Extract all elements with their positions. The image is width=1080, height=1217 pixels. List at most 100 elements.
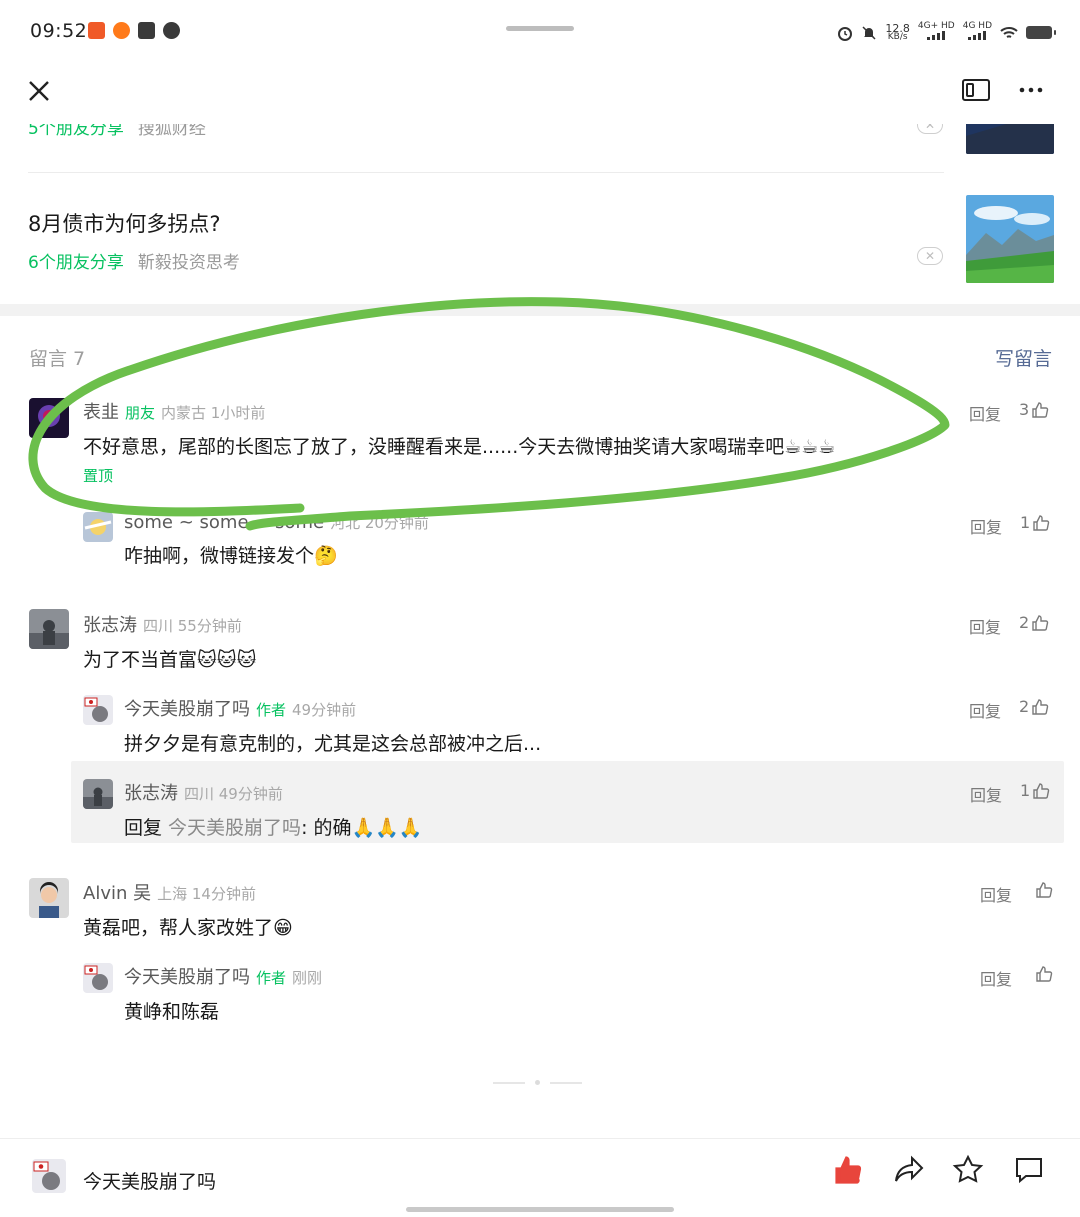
thumbs-up-icon xyxy=(1032,401,1049,418)
comment-item: 表韭 朋友 内蒙古 1小时前 不好意思，尾部的长图忘了放了，没睡醒看来是......… xyxy=(83,398,835,486)
alarm-icon xyxy=(838,26,853,41)
comment-author[interactable]: Alvin 吴 xyxy=(83,883,151,904)
network-speed-unit: KB/s xyxy=(887,31,908,42)
like-button[interactable]: 2 xyxy=(1019,697,1049,716)
reply-button[interactable]: 回复 xyxy=(969,401,1001,425)
like-count: 1 xyxy=(1020,513,1031,532)
like-count: 2 xyxy=(1019,697,1030,716)
comment-icon[interactable] xyxy=(1012,1153,1046,1187)
home-indicator[interactable] xyxy=(406,1207,674,1212)
reply-button[interactable]: 回复 xyxy=(970,514,1002,538)
author-tag: 作者 xyxy=(256,701,287,719)
like-count: 2 xyxy=(1019,613,1030,632)
comment-meta: 49分钟前 xyxy=(292,701,357,719)
dismiss-icon[interactable]: ✕ xyxy=(917,247,943,265)
bottom-action-bar: 今天美股崩了吗 xyxy=(0,1138,1080,1217)
reply-button[interactable]: 回复 xyxy=(969,614,1001,638)
friend-tag: 朋友 xyxy=(125,404,156,422)
like-button[interactable]: 3 xyxy=(1019,400,1049,419)
account-avatar[interactable] xyxy=(32,1159,66,1193)
divider xyxy=(28,172,944,173)
wifi-icon xyxy=(1000,26,1018,38)
reply-target[interactable]: 今天美股崩了吗 xyxy=(168,817,301,839)
chat-bubble-icon xyxy=(163,22,180,39)
signal-bars-icon xyxy=(968,31,987,40)
like-filled-icon[interactable] xyxy=(832,1153,866,1187)
comment-author[interactable]: 表韭 xyxy=(83,402,119,423)
section-separator xyxy=(0,304,1080,316)
avatar[interactable] xyxy=(83,963,113,993)
battery-icon xyxy=(1026,26,1056,39)
article-meta: 6个朋友分享 靳毅投资思考 xyxy=(28,248,1054,273)
article-title: 8月债市为何多拐点? xyxy=(28,212,221,236)
comment-text: 拼夕夕是有意克制的，尤其是这会总部被冲之后... xyxy=(124,733,542,755)
reply-body: : 的确🙏🙏🙏 xyxy=(301,817,423,839)
like-button[interactable]: 1 xyxy=(1020,781,1050,800)
more-icon[interactable] xyxy=(1016,76,1046,104)
account-name[interactable]: 今天美股崩了吗 xyxy=(83,1167,216,1194)
loader-bar xyxy=(550,1081,582,1084)
comment-reply: 张志涛 四川 49分钟前 回复 今天美股崩了吗: 的确🙏🙏🙏 xyxy=(124,779,422,840)
avatar[interactable] xyxy=(29,398,69,438)
share-icon[interactable] xyxy=(892,1153,926,1187)
comment-reply: some ~ some ~ some 河北 20分钟前 咋抽啊，微博链接发个🤔 xyxy=(124,512,429,568)
signal-2-label: 4G HD xyxy=(962,21,992,31)
comment-meta: 四川 49分钟前 xyxy=(184,785,283,803)
layout-icon[interactable] xyxy=(961,78,991,102)
avatar[interactable] xyxy=(83,695,113,725)
drag-handle[interactable] xyxy=(506,26,574,31)
avatar[interactable] xyxy=(83,512,113,542)
comment-author[interactable]: 张志涛 xyxy=(83,615,137,636)
annotation-loop xyxy=(28,297,950,531)
reply-button[interactable]: 回复 xyxy=(980,882,1012,906)
comment-reply: 今天美股崩了吗 作者 49分钟前 拼夕夕是有意克制的，尤其是这会总部被冲之后... xyxy=(124,695,541,756)
status-time: 09:52 xyxy=(30,20,88,42)
avatar[interactable] xyxy=(83,779,113,809)
comment-author[interactable]: 张志涛 xyxy=(124,783,178,804)
write-comment-button[interactable]: 写留言 xyxy=(995,344,1052,371)
comment-author[interactable]: 今天美股崩了吗 xyxy=(124,967,250,988)
comment-text: 回复 今天美股崩了吗: 的确🙏🙏🙏 xyxy=(124,813,422,840)
reply-prefix: 回复 xyxy=(124,817,169,839)
comment-author[interactable]: 今天美股崩了吗 xyxy=(124,699,250,720)
article-item[interactable]: 8月债市为何多拐点? 6个朋友分享 靳毅投资思考 xyxy=(28,208,1054,273)
author-tag: 作者 xyxy=(256,969,287,987)
thumbs-up-icon xyxy=(1033,782,1050,799)
reply-button[interactable]: 回复 xyxy=(980,966,1012,990)
reply-button[interactable]: 回复 xyxy=(970,782,1002,806)
like-count: 1 xyxy=(1020,781,1031,800)
like-count: 3 xyxy=(1019,400,1030,419)
mute-icon xyxy=(862,25,876,40)
pinned-badge: 置顶 xyxy=(83,467,114,485)
like-button[interactable] xyxy=(1033,965,1053,983)
top-nav-bar xyxy=(0,66,1080,124)
share-count: 6个朋友分享 xyxy=(28,253,124,273)
comments-count-title: 留言 7 xyxy=(29,348,86,370)
network-speed: 12.8 KB/s xyxy=(885,23,910,42)
comment-author[interactable]: some ~ some ~ some xyxy=(124,512,324,533)
comment-text: 黄磊吧，帮人家改姓了😁 xyxy=(83,917,293,939)
comment-item: Alvin 吴上海 14分钟前 黄磊吧，帮人家改姓了😁 xyxy=(83,879,293,940)
loader-dot xyxy=(535,1080,540,1085)
avatar[interactable] xyxy=(29,609,69,649)
like-button[interactable] xyxy=(1033,881,1053,899)
avatar[interactable] xyxy=(29,878,69,918)
thumbs-up-icon xyxy=(1032,698,1049,715)
comment-meta: 上海 14分钟前 xyxy=(157,885,256,903)
loading-indicator xyxy=(493,1080,582,1085)
favorite-icon[interactable] xyxy=(951,1153,985,1187)
signal-bars-icon xyxy=(927,31,946,40)
close-icon[interactable] xyxy=(24,76,54,106)
comment-meta: 河北 20分钟前 xyxy=(330,514,429,532)
thumbs-up-icon xyxy=(1032,614,1049,631)
comment-item: 张志涛 四川 55分钟前 为了不当首富🐱🐱🐱 xyxy=(83,611,256,672)
message-box-icon xyxy=(138,22,155,39)
like-button[interactable]: 1 xyxy=(1020,513,1050,532)
comment-text: 为了不当首富🐱🐱🐱 xyxy=(83,649,257,671)
comment-text: 黄峥和陈磊 xyxy=(124,1001,220,1023)
like-button[interactable]: 2 xyxy=(1019,613,1049,632)
status-bar: 09:52 12.8 KB/s 4G+ HD 4G HD xyxy=(0,0,1080,66)
comment-meta: 内蒙古 1小时前 xyxy=(161,404,266,422)
article-thumbnail xyxy=(966,195,1054,283)
reply-button[interactable]: 回复 xyxy=(969,698,1001,722)
